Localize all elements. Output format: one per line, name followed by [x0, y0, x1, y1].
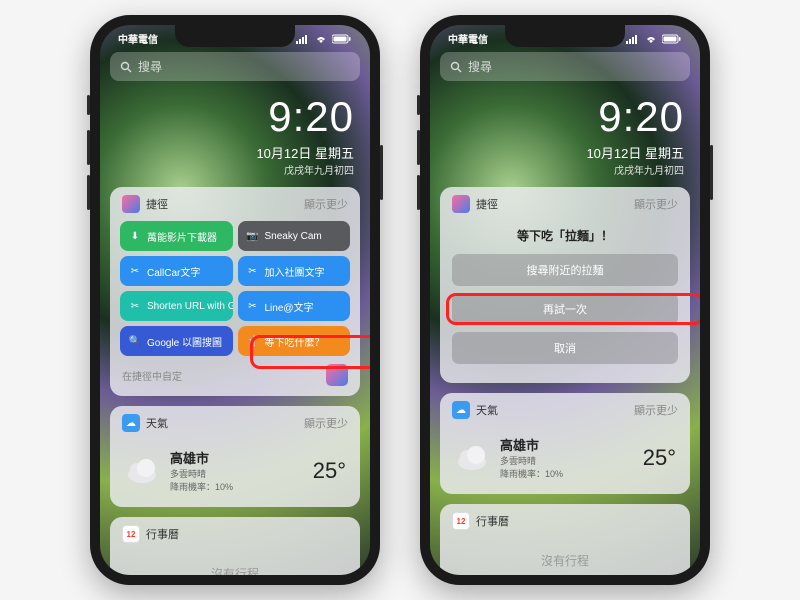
customize-link[interactable]: 在捷徑中自定 [122, 368, 182, 383]
status-right [296, 34, 352, 44]
date-label: 10月12日 星期五 [446, 143, 684, 162]
phone-left: 中華電信 搜尋 9:20 [90, 15, 380, 585]
retry-button[interactable]: 再試一次 [452, 293, 678, 325]
show-less-button[interactable]: 顯示更少 [634, 402, 678, 418]
wifi-icon [314, 34, 328, 44]
screen-right: 中華電信 搜尋 9:20 [430, 25, 700, 575]
calendar-app-icon: 12 [452, 512, 470, 530]
carrier-label: 中華電信 [448, 31, 488, 46]
prompt-header: 等下吃「拉麵」！ [452, 227, 678, 244]
notch [505, 25, 625, 47]
weather-temp: 25° [643, 445, 676, 471]
weather-title: 天氣 [146, 415, 168, 431]
search-icon [120, 61, 132, 73]
shortcuts-widget: 捷徑 顯示更少 ⬇ 萬能影片下載器 📷 Sneaky Cam ✂ CallCar文字 ✂ 加入… [110, 187, 360, 396]
calendar-empty: 沒有行程 [110, 551, 360, 575]
shortcut-tile-label: Google 以圖搜圖 [147, 334, 222, 349]
lunar-label: 戊戌年九月初四 [446, 162, 684, 177]
shortcuts-title: 捷徑 [146, 196, 168, 212]
date-label: 10月12日 星期五 [116, 143, 354, 162]
phone-right: 中華電信 搜尋 9:20 [420, 15, 710, 585]
weather-temp: 25° [313, 458, 346, 484]
show-less-button[interactable]: 顯示更少 [634, 196, 678, 212]
calendar-empty: 沒有行程 [440, 538, 690, 575]
shortcut-tile[interactable]: 🍴 等下吃什麼？ [238, 326, 351, 356]
time-label: 9:20 [116, 93, 354, 141]
shortcut-tile[interactable]: ✂ Line@文字 [238, 291, 351, 321]
screen-left: 中華電信 搜尋 9:20 [100, 25, 370, 575]
status-right [626, 34, 682, 44]
signal-icon [626, 34, 640, 44]
calendar-title: 行事曆 [476, 513, 509, 529]
lunar-label: 戊戌年九月初四 [116, 162, 354, 177]
shortcuts-title: 捷徑 [476, 196, 498, 212]
shortcut-tile[interactable]: ✂ Shorten URL with Go… [120, 291, 233, 321]
shortcut-tile-label: CallCar文字 [147, 264, 200, 279]
search-placeholder: 搜尋 [138, 58, 162, 75]
shortcut-tile[interactable]: 📷 Sneaky Cam [238, 221, 351, 251]
search-input[interactable]: 搜尋 [110, 52, 360, 81]
shortcut-tile-icon: 🔍 [128, 334, 142, 348]
shortcut-tile-label: 等下吃什麼？ [265, 334, 325, 349]
shortcut-tile-label: 萬能影片下載器 [147, 229, 217, 244]
shortcuts-prompt-widget: 捷徑 顯示更少 等下吃「拉麵」！ 搜尋附近的拉麵 再試一次 取消 [440, 187, 690, 383]
clock-area: 9:20 10月12日 星期五 戊戌年九月初四 [110, 89, 360, 187]
clock-area: 9:20 10月12日 星期五 戊戌年九月初四 [440, 89, 690, 187]
weather-widget[interactable]: ☁ 天氣 顯示更少 高雄市 多雲時晴 降雨機率：10% 25° [440, 393, 690, 494]
shortcut-tile-label: Line@文字 [265, 299, 314, 314]
shortcut-tile-icon: ✂ [128, 264, 142, 278]
cloud-icon [124, 453, 160, 489]
shortcut-tile-icon: ⬇ [128, 229, 142, 243]
shortcut-tile-icon: ✂ [246, 264, 260, 278]
weather-app-icon: ☁ [122, 414, 140, 432]
weather-title: 天氣 [476, 402, 498, 418]
search-placeholder: 搜尋 [468, 58, 492, 75]
cloud-icon [454, 440, 490, 476]
shortcut-tile-label: 加入社團文字 [265, 264, 325, 279]
show-less-button[interactable]: 顯示更少 [304, 196, 348, 212]
signal-icon [296, 34, 310, 44]
weather-city: 高雄市 [170, 448, 303, 467]
shortcut-tile[interactable]: ✂ 加入社團文字 [238, 256, 351, 286]
search-input[interactable]: 搜尋 [440, 52, 690, 81]
shortcuts-app-icon [452, 195, 470, 213]
calendar-title: 行事曆 [146, 526, 179, 542]
time-label: 9:20 [446, 93, 684, 141]
shortcut-tile[interactable]: 🔍 Google 以圖搜圖 [120, 326, 233, 356]
weather-app-icon: ☁ [452, 401, 470, 419]
weather-condition: 多雲時晴 [500, 454, 633, 467]
notch [175, 25, 295, 47]
shortcut-tile[interactable]: ⬇ 萬能影片下載器 [120, 221, 233, 251]
weather-widget[interactable]: ☁ 天氣 顯示更少 高雄市 多雲時晴 降雨機率：10% 25° [110, 406, 360, 507]
shortcut-tile-icon: ✂ [246, 299, 260, 313]
search-nearby-button[interactable]: 搜尋附近的拉麵 [452, 254, 678, 286]
carrier-label: 中華電信 [118, 31, 158, 46]
calendar-app-icon: 12 [122, 525, 140, 543]
search-icon [450, 61, 462, 73]
shortcut-tile-icon: ✂ [128, 299, 142, 313]
shortcut-tile-icon: 🍴 [246, 334, 260, 348]
shortcut-tile-icon: 📷 [246, 229, 260, 243]
shortcut-tile[interactable]: ✂ CallCar文字 [120, 256, 233, 286]
shortcuts-app-icon [122, 195, 140, 213]
wifi-icon [644, 34, 658, 44]
shortcut-tile-label: Shorten URL with Go… [147, 301, 233, 312]
show-less-button[interactable]: 顯示更少 [304, 415, 348, 431]
weather-condition: 多雲時晴 [170, 467, 303, 480]
weather-rain: 降雨機率：10% [170, 480, 303, 493]
weather-city: 高雄市 [500, 435, 633, 454]
shortcuts-mini-icon [326, 364, 348, 386]
calendar-widget[interactable]: 12 行事曆 沒有行程 [440, 504, 690, 575]
calendar-widget[interactable]: 12 行事曆 沒有行程 [110, 517, 360, 575]
battery-icon [332, 34, 352, 44]
shortcut-tile-label: Sneaky Cam [265, 231, 322, 242]
weather-rain: 降雨機率：10% [500, 467, 633, 480]
cancel-button[interactable]: 取消 [452, 332, 678, 364]
battery-icon [662, 34, 682, 44]
